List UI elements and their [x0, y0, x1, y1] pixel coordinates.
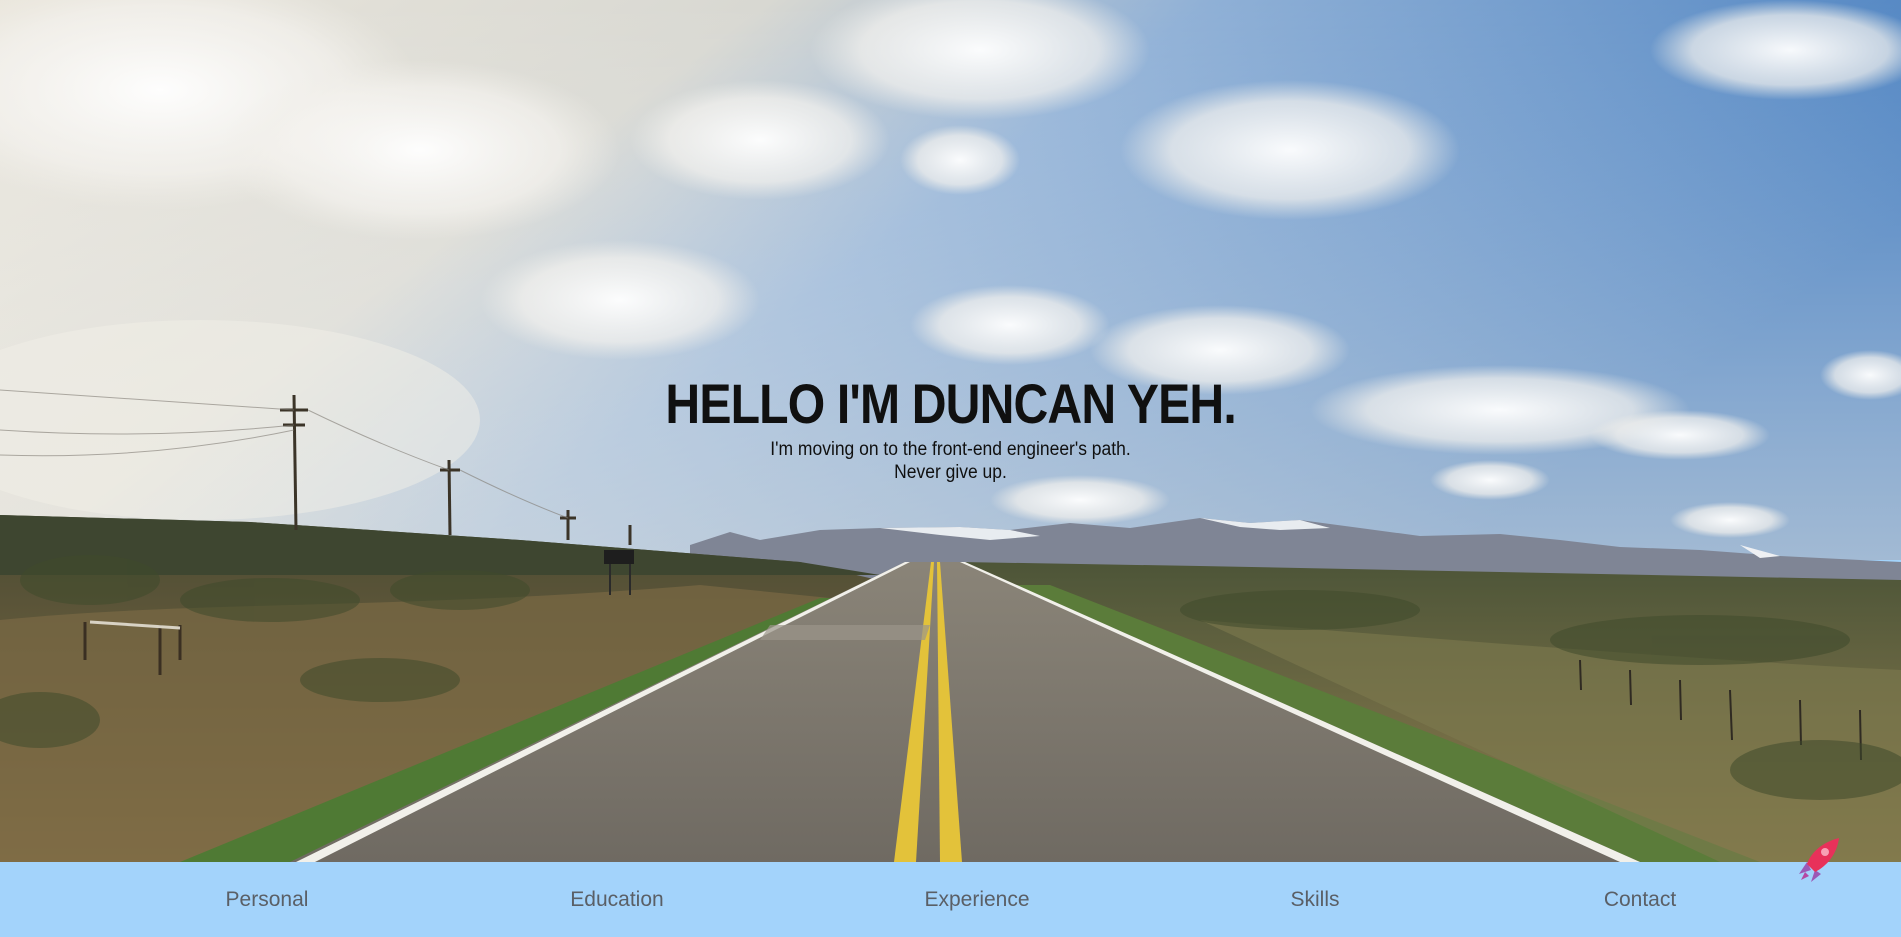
rocket-icon[interactable] [1793, 834, 1843, 886]
nav-item-contact[interactable]: Contact [1604, 862, 1676, 937]
hero-section: HELLO I'M DUNCAN YEH. I'm moving on to t… [0, 0, 1901, 862]
hero-subtitle-line-1: I'm moving on to the front-end engineer'… [770, 439, 1131, 460]
nav-item-education[interactable]: Education [570, 862, 663, 937]
hero-subtitle: I'm moving on to the front-end engineer'… [76, 438, 1825, 484]
nav-item-experience[interactable]: Experience [924, 862, 1029, 937]
main-nav: Personal Education Experience Skills Con… [0, 862, 1901, 937]
hero-text-block: HELLO I'M DUNCAN YEH. I'm moving on to t… [0, 372, 1901, 484]
hero-subtitle-line-2: Never give up. [894, 462, 1007, 483]
nav-item-skills[interactable]: Skills [1290, 862, 1339, 937]
nav-item-personal[interactable]: Personal [226, 862, 309, 937]
hero-heading: HELLO I'M DUNCAN YEH. [665, 372, 1236, 435]
